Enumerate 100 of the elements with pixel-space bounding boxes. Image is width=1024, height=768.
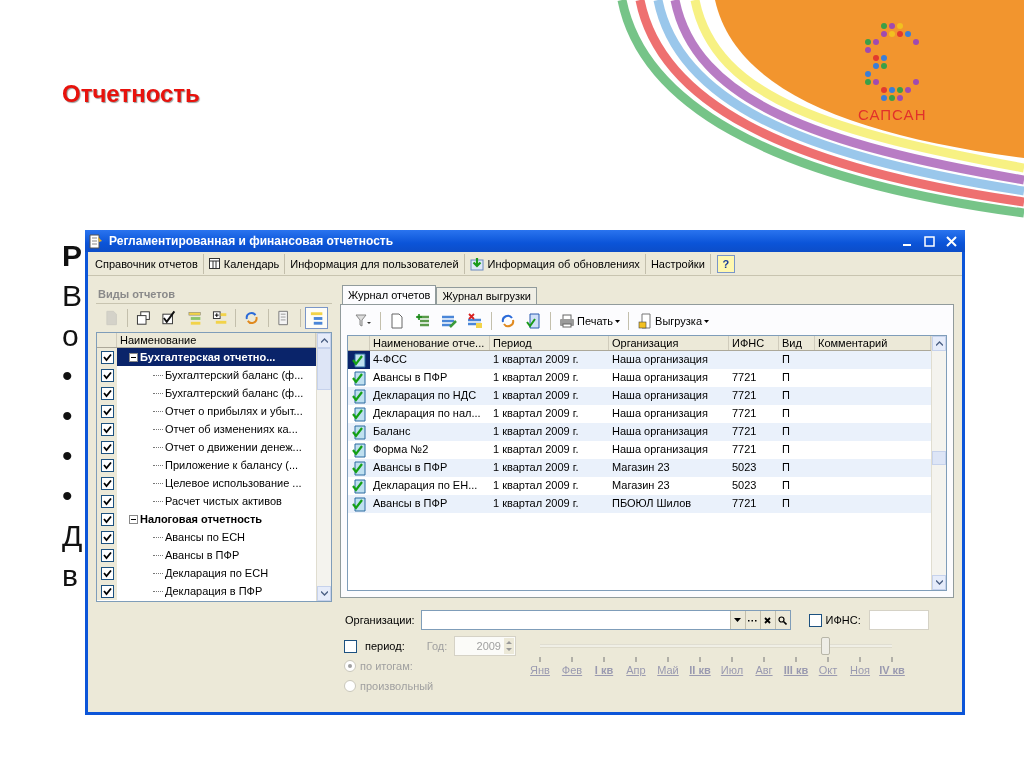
add-list-icon (212, 310, 228, 326)
menu-button[interactable]: Печать (555, 310, 625, 332)
organization-field[interactable] (420, 610, 791, 630)
table-row[interactable]: 4-ФСС 1 квартал 2009 г. Наша организация П (348, 351, 931, 369)
logo-icon (864, 22, 921, 102)
column-header[interactable]: Период (490, 336, 609, 350)
collapse-icon[interactable] (129, 514, 138, 524)
checkbox[interactable] (100, 458, 114, 472)
table-cell: Авансы в ПФР (373, 497, 448, 509)
table-row[interactable]: Авансы в ПФР 1 квартал 2009 г. ПБОЮЛ Шилов 7721 П (348, 495, 931, 513)
column-header[interactable]: Наименование отче... (370, 336, 490, 350)
spin-button[interactable] (504, 638, 514, 654)
field-label: Год: (426, 640, 448, 652)
table-cell: П (782, 497, 790, 509)
tree-item[interactable]: Бухгалтерский баланс (ф... (117, 384, 316, 402)
menu-item[interactable]: Справочник отчетов (90, 253, 204, 274)
checkbox[interactable] (344, 639, 357, 653)
scroll-down-button[interactable] (932, 575, 946, 590)
menu-item[interactable]: Информация об обновлениях (464, 253, 646, 274)
checkbox[interactable] (100, 584, 114, 598)
table-cell: Декларация по ЕН... (373, 479, 478, 491)
slide-text: Д (62, 519, 83, 552)
refresh-icon (244, 310, 260, 326)
table-cell: Баланс (373, 425, 411, 437)
menu-item[interactable]: Календарь (203, 253, 286, 274)
tree-item[interactable]: Расчет чистых активов (117, 492, 316, 510)
tree-item[interactable]: Авансы в ПФР (117, 546, 316, 564)
tree-item[interactable]: Целевое использование ... (117, 474, 316, 492)
checkbox[interactable] (100, 476, 114, 490)
scroll-thumb[interactable] (317, 348, 331, 390)
table-cell: 1 квартал 2009 г. (493, 461, 579, 473)
slide-text: Р (62, 239, 82, 272)
checkbox[interactable] (808, 613, 822, 627)
checkbox[interactable] (100, 548, 114, 562)
scroll-down-button[interactable] (317, 586, 331, 601)
table-cell: Наша организация (612, 425, 708, 437)
checkbox[interactable] (100, 494, 114, 508)
checkbox[interactable] (100, 512, 114, 526)
close-icon (945, 235, 957, 247)
scroll-thumb[interactable] (932, 451, 946, 465)
table-row[interactable]: Авансы в ПФР 1 квартал 2009 г. Магазин 23 5023 П (348, 459, 931, 477)
slide-text: В (62, 279, 82, 312)
scroll-up-button[interactable] (317, 333, 331, 348)
document-check-icon (351, 406, 367, 422)
column-header[interactable]: Организация (609, 336, 729, 350)
menu-item[interactable]: Настройки (645, 253, 711, 274)
scroll-up-button[interactable] (932, 336, 946, 351)
tree-item[interactable]: Приложение к балансу (... (117, 456, 316, 474)
collapse-icon[interactable] (129, 352, 138, 362)
printer-icon (559, 313, 575, 329)
table-cell: Авансы в ПФР (373, 371, 448, 383)
tab[interactable]: Журнал выгрузки (436, 287, 537, 305)
scrollbar[interactable] (931, 336, 946, 590)
scrollbar[interactable] (316, 333, 331, 601)
column-header[interactable]: Вид (779, 336, 815, 350)
refresh-icon (500, 313, 516, 329)
tab[interactable]: Журнал отчетов (342, 285, 437, 305)
checkbox[interactable] (100, 530, 114, 544)
radio-button[interactable] (344, 660, 356, 672)
column-header[interactable]: ИФНС (729, 336, 779, 350)
menu-button[interactable]: Выгрузка (633, 310, 713, 332)
checkbox[interactable] (100, 368, 114, 382)
checkbox[interactable] (100, 422, 114, 436)
tree-item[interactable]: Декларация в ПФР (117, 582, 316, 600)
radio-label: по итогам: (360, 660, 413, 672)
table-cell: П (782, 443, 790, 455)
table-row[interactable]: Баланс 1 квартал 2009 г. Наша организация 7721 П (348, 423, 931, 441)
tree-item[interactable]: Бухгалтерский баланс (ф... (117, 366, 316, 384)
checkbox[interactable] (100, 386, 114, 400)
table-cell: 1 квартал 2009 г. (493, 479, 579, 491)
new-document-icon (389, 313, 405, 329)
tree-item[interactable]: Отчет об изменениях ка... (117, 420, 316, 438)
slide-text: о (62, 319, 79, 352)
checkbox[interactable] (100, 440, 114, 454)
checkbox[interactable] (100, 566, 114, 580)
radio-button[interactable] (344, 680, 356, 692)
table-cell: Авансы в ПФР (373, 461, 448, 473)
tree-item[interactable]: Авансы по ЕСН (117, 528, 316, 546)
slider-thumb[interactable] (821, 637, 831, 655)
tree-item[interactable]: Отчет о движении денеж... (117, 438, 316, 456)
maximize-button[interactable] (921, 233, 937, 249)
document-check-icon (351, 388, 367, 404)
table-cell: Наша организация (612, 353, 708, 365)
bullet-mark: • (62, 399, 73, 432)
close-button[interactable] (943, 233, 959, 249)
document-check-icon (351, 442, 367, 458)
row-selector[interactable] (348, 351, 370, 369)
filter-icon (355, 313, 372, 329)
dropdown-button[interactable] (729, 611, 745, 629)
help-button[interactable]: ? (716, 254, 735, 273)
tree-item[interactable]: Декларация по ЕСН (117, 564, 316, 582)
tree-item[interactable]: Бухгалтерская отчетно... (117, 348, 316, 366)
tree-item[interactable]: Отчет о прибылях и убыт... (117, 402, 316, 420)
tree-item[interactable]: Налоговая отчетность (117, 510, 316, 528)
checkbox[interactable] (100, 350, 114, 364)
ifns-field[interactable] (868, 610, 929, 630)
document-check-icon (526, 313, 542, 329)
table-row[interactable]: Декларация по НДС 1 квартал 2009 г. Наша организация 7721 П (348, 387, 931, 405)
checkbox[interactable] (100, 404, 114, 418)
menu-item[interactable]: Информация для пользователей (285, 253, 465, 274)
